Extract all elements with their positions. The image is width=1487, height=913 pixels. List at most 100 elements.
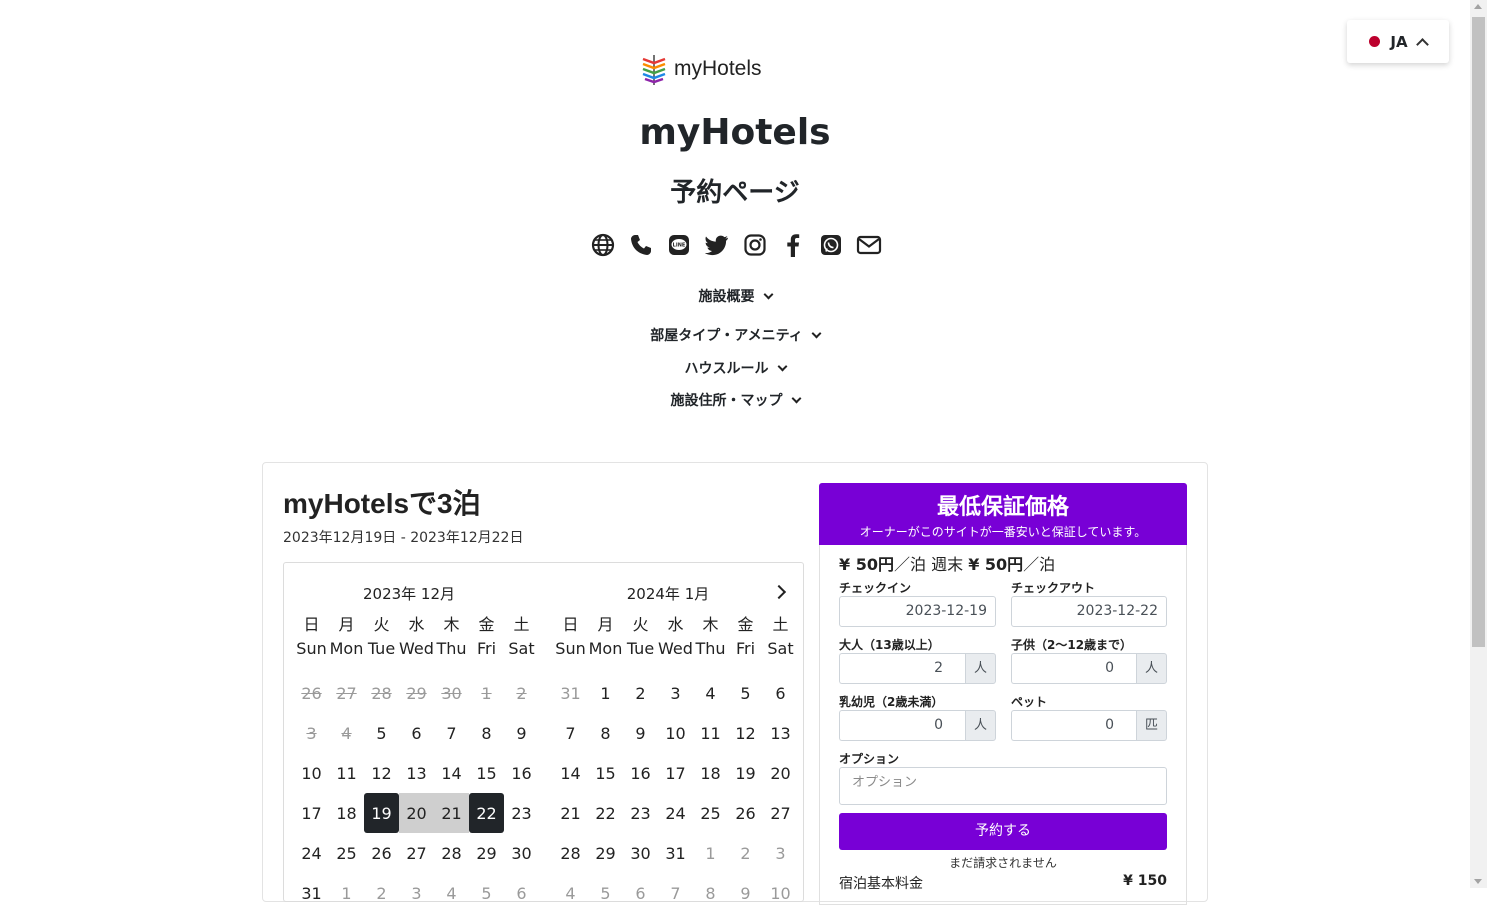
calendar-day[interactable]: 4 [553,873,588,913]
calendar-day-selected[interactable]: 19 [364,793,399,833]
accordion-house-rules[interactable]: ハウスルール [0,358,1470,378]
envelope-icon[interactable] [856,232,882,258]
calendar-day[interactable]: 3 [399,873,434,913]
calendar-day-in-range[interactable]: 21 [434,793,469,833]
calendar-day[interactable]: 4 [434,873,469,913]
calendar-day[interactable]: 12 [728,713,763,753]
calendar-day[interactable]: 27 [763,793,798,833]
calendar-day[interactable]: 6 [399,713,434,753]
calendar-day[interactable]: 17 [658,753,693,793]
calendar-day[interactable]: 5 [364,713,399,753]
calendar-day[interactable]: 1 [588,673,623,713]
calendar-day[interactable]: 14 [553,753,588,793]
calendar-day[interactable]: 7 [553,713,588,753]
whatsapp-icon[interactable] [818,232,844,258]
accordion-room-types-amenities[interactable]: 部屋タイプ・アメニティ [0,325,1470,345]
calendar-day[interactable]: 1 [693,833,728,873]
infants-field[interactable]: 0 [839,710,965,741]
calendar-day[interactable]: 25 [693,793,728,833]
calendar-day[interactable]: 21 [553,793,588,833]
globe-icon[interactable] [590,232,616,258]
calendar-day[interactable]: 27 [399,833,434,873]
pets-field[interactable]: 0 [1011,710,1136,741]
calendar-day[interactable]: 29 [469,833,504,873]
calendar-day[interactable]: 31 [553,673,588,713]
calendar-day[interactable]: 6 [763,673,798,713]
calendar-day[interactable]: 10 [658,713,693,753]
calendar-day[interactable]: 6 [504,873,539,913]
calendar-day[interactable]: 15 [469,753,504,793]
calendar-day[interactable]: 20 [763,753,798,793]
book-button[interactable]: 予約する [839,813,1167,850]
brand-logo[interactable]: myHotels [640,51,762,87]
options-input[interactable]: オプション [839,767,1167,805]
calendar-day[interactable]: 16 [623,753,658,793]
calendar-day[interactable]: 12 [364,753,399,793]
accordion-facility-overview[interactable]: 施設概要 [0,286,1470,306]
calendar-day[interactable]: 24 [294,833,329,873]
calendar-day[interactable]: 30 [504,833,539,873]
calendar-day[interactable]: 31 [658,833,693,873]
calendar-day[interactable]: 13 [763,713,798,753]
calendar-day-selected[interactable]: 22 [469,793,504,833]
children-field[interactable]: 0 [1011,653,1136,684]
calendar-day[interactable]: 2 [728,833,763,873]
calendar-day[interactable]: 9 [504,713,539,753]
calendar-day[interactable]: 5 [469,873,504,913]
calendar-day[interactable]: 30 [623,833,658,873]
scrollbar-thumb[interactable] [1472,17,1485,647]
twitter-icon[interactable] [704,232,730,258]
calendar-day[interactable]: 1 [329,873,364,913]
calendar-day[interactable]: 7 [658,873,693,913]
accordion-address-map[interactable]: 施設住所・マップ [0,390,1470,410]
calendar-day[interactable]: 10 [763,873,798,913]
calendar-day[interactable]: 23 [504,793,539,833]
calendar-day[interactable]: 11 [693,713,728,753]
calendar-day[interactable]: 26 [364,833,399,873]
calendar-day[interactable]: 5 [588,873,623,913]
calendar-day[interactable]: 26 [728,793,763,833]
calendar-day[interactable]: 13 [399,753,434,793]
phone-icon[interactable] [628,232,654,258]
line-icon[interactable]: LINE [666,232,692,258]
calendar-day[interactable]: 5 [728,673,763,713]
calendar-day[interactable]: 10 [294,753,329,793]
checkout-field[interactable]: 2023-12-22 [1011,596,1167,627]
calendar-day[interactable]: 4 [693,673,728,713]
language-selector-button[interactable]: JA [1347,20,1449,63]
instagram-icon[interactable] [742,232,768,258]
calendar-day[interactable]: 9 [728,873,763,913]
facebook-icon[interactable] [780,232,806,258]
calendar-day[interactable]: 15 [588,753,623,793]
calendar-day[interactable]: 9 [623,713,658,753]
calendar-day[interactable]: 23 [623,793,658,833]
calendar-day[interactable]: 6 [623,873,658,913]
calendar-day[interactable]: 2 [623,673,658,713]
calendar-day[interactable]: 17 [294,793,329,833]
calendar-day[interactable]: 2 [364,873,399,913]
calendar-day[interactable]: 24 [658,793,693,833]
calendar-day[interactable]: 25 [329,833,364,873]
calendar-day[interactable]: 8 [588,713,623,753]
calendar-day[interactable]: 18 [329,793,364,833]
calendar-day[interactable]: 22 [588,793,623,833]
calendar-day[interactable]: 18 [693,753,728,793]
calendar-day[interactable]: 29 [588,833,623,873]
checkin-field[interactable]: 2023-12-19 [839,596,996,627]
calendar-day[interactable]: 8 [693,873,728,913]
calendar-day-in-range[interactable]: 20 [399,793,434,833]
page-scrollbar[interactable] [1470,0,1487,888]
calendar-day[interactable]: 31 [294,873,329,913]
calendar-day[interactable]: 28 [553,833,588,873]
calendar-day[interactable]: 8 [469,713,504,753]
calendar-day[interactable]: 7 [434,713,469,753]
calendar-day[interactable]: 16 [504,753,539,793]
adults-field[interactable]: 2 [839,653,965,684]
calendar-day[interactable]: 11 [329,753,364,793]
calendar-day[interactable]: 3 [763,833,798,873]
scroll-up-arrow-icon[interactable] [1474,4,1482,9]
calendar-day[interactable]: 3 [658,673,693,713]
calendar-day[interactable]: 28 [434,833,469,873]
calendar-day[interactable]: 19 [728,753,763,793]
scroll-down-arrow-icon[interactable] [1474,879,1482,884]
